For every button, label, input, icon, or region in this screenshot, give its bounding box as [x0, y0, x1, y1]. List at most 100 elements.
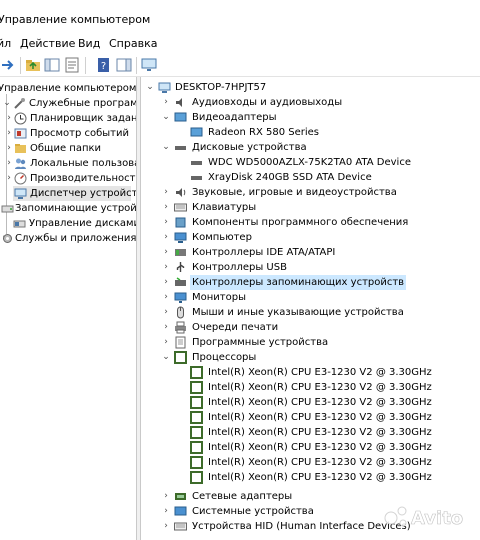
- disk-management-icon: [13, 220, 26, 228]
- hid-icon: [174, 522, 187, 531]
- show-hide-tree-icon[interactable]: [44, 57, 60, 73]
- monitor-icon[interactable]: [141, 57, 157, 73]
- device-tree: ⌄ DESKTOP-7HPJT57 › Аудиовходы и аудиовы…: [141, 77, 480, 540]
- processor-icon: [190, 366, 203, 379]
- shared-folder-icon: [15, 144, 26, 153]
- tree-item-computer-management[interactable]: Управление компьютером (л: [0, 81, 136, 96]
- window-title: Управление компьютером: [0, 13, 151, 26]
- tree-item-storage[interactable]: ⌄ Запоминающие устройст: [0, 201, 136, 216]
- device-cpu-core[interactable]: Intel(R) Xeon(R) CPU E3-1230 V2 @ 3.30GH…: [141, 440, 480, 455]
- device-category-software-components[interactable]: › Компоненты программного обеспечения: [141, 215, 480, 230]
- computer-icon: [158, 82, 171, 93]
- device-cpu-core[interactable]: Intel(R) Xeon(R) CPU E3-1230 V2 @ 3.30GH…: [141, 410, 480, 425]
- collapse-arrow-icon[interactable]: ⌄: [161, 112, 171, 122]
- tree-item-shared-folders[interactable]: › Общие папки: [0, 141, 136, 156]
- device-category-sound[interactable]: › Звуковые, игровые и видеоустройства: [141, 185, 480, 200]
- tree-item-task-scheduler[interactable]: › Планировщик заданий: [0, 111, 136, 126]
- device-cpu-core[interactable]: Intel(R) Xeon(R) CPU E3-1230 V2 @ 3.30GH…: [141, 455, 480, 470]
- expand-arrow-icon[interactable]: ›: [4, 143, 14, 153]
- processor-icon: [190, 396, 203, 409]
- device-category-processors[interactable]: ⌄ Процессоры: [141, 350, 480, 365]
- users-icon: [15, 158, 26, 169]
- console-tree: Управление компьютером (л ⌄ Служебные пр…: [0, 77, 136, 540]
- tree-item-device-manager[interactable]: Диспетчер устройств: [13, 186, 136, 201]
- up-folder-icon[interactable]: [25, 57, 41, 73]
- expand-arrow-icon[interactable]: ›: [161, 202, 171, 212]
- processor-icon: [190, 426, 203, 439]
- device-manager-icon: [14, 188, 27, 199]
- device-category-print-queues[interactable]: › Очереди печати: [141, 320, 480, 335]
- svg-text:?: ?: [101, 61, 106, 72]
- expand-arrow-icon[interactable]: ›: [4, 128, 14, 138]
- menu-action[interactable]: Действие: [20, 37, 75, 50]
- device-category-audio-io[interactable]: › Аудиовходы и аудиовыходы: [141, 95, 480, 110]
- forward-icon[interactable]: [0, 57, 16, 73]
- device-cpu-core[interactable]: Intel(R) Xeon(R) CPU E3-1230 V2 @ 3.30GH…: [141, 380, 480, 395]
- avito-logo-icon: Avito: [384, 506, 463, 529]
- network-adapter-icon: [175, 493, 186, 500]
- properties-icon[interactable]: [64, 57, 80, 73]
- collapse-arrow-icon[interactable]: ⌄: [145, 82, 155, 92]
- expand-arrow-icon[interactable]: ›: [161, 307, 171, 317]
- menu-file[interactable]: йл: [0, 37, 11, 50]
- performance-icon: [14, 172, 27, 185]
- display-adapter-icon: [190, 127, 203, 137]
- device-cpu-core[interactable]: Intel(R) Xeon(R) CPU E3-1230 V2 @ 3.30GH…: [141, 365, 480, 380]
- expand-arrow-icon[interactable]: ›: [161, 506, 171, 516]
- expand-arrow-icon[interactable]: ›: [161, 322, 171, 332]
- tree-item-event-viewer[interactable]: › Просмотр событий: [0, 126, 136, 141]
- device-category-disk-drives[interactable]: ⌄ Дисковые устройства: [141, 140, 480, 155]
- collapse-arrow-icon[interactable]: ⌄: [161, 352, 171, 362]
- expand-arrow-icon[interactable]: ›: [161, 491, 171, 501]
- tree-item-system-tools[interactable]: ⌄ Служебные программы: [0, 96, 136, 111]
- device-category-display-adapters[interactable]: ⌄ Видеоадаптеры: [141, 110, 480, 125]
- menu-view[interactable]: Вид: [78, 37, 100, 50]
- device-category-mice[interactable]: › Мыши и иные указывающие устройства: [141, 305, 480, 320]
- expand-arrow-icon[interactable]: ›: [161, 262, 171, 272]
- help-icon[interactable]: ?: [96, 57, 112, 73]
- toolbar: ?: [0, 54, 480, 76]
- collapse-arrow-icon[interactable]: ⌄: [161, 142, 171, 152]
- expand-arrow-icon[interactable]: ›: [161, 292, 171, 302]
- tree-item-services-apps[interactable]: › Службы и приложения: [0, 231, 136, 246]
- expand-arrow-icon[interactable]: ›: [161, 97, 171, 107]
- tree-item-performance[interactable]: › Производительность: [0, 171, 136, 186]
- expand-arrow-icon[interactable]: ›: [161, 337, 171, 347]
- clock-icon: [14, 112, 27, 125]
- device-radeon-rx580[interactable]: Radeon RX 580 Series: [141, 125, 480, 140]
- expand-arrow-icon[interactable]: ›: [4, 113, 14, 123]
- collapse-arrow-icon[interactable]: ⌄: [2, 98, 12, 108]
- device-category-usb-controllers[interactable]: › Контроллеры USB: [141, 260, 480, 275]
- expand-arrow-icon[interactable]: ›: [161, 232, 171, 242]
- menu-help[interactable]: Справка: [109, 37, 157, 50]
- storage-controller-icon: [175, 277, 186, 286]
- device-cpu-core[interactable]: Intel(R) Xeon(R) CPU E3-1230 V2 @ 3.30GH…: [141, 395, 480, 410]
- device-category-keyboards[interactable]: › Клавиатуры: [141, 200, 480, 215]
- device-category-computer[interactable]: › Компьютер: [141, 230, 480, 245]
- expand-arrow-icon[interactable]: ›: [161, 247, 171, 257]
- tree-item-local-users[interactable]: › Локальные пользовате: [0, 156, 136, 171]
- device-wdc-hdd[interactable]: WDC WD5000AZLX-75K2TA0 ATA Device: [141, 155, 480, 170]
- action-pane-icon[interactable]: [116, 57, 132, 73]
- device-xraydisk-ssd[interactable]: XrayDisk 240GB SSD ATA Device: [141, 170, 480, 185]
- storage-icon: [1, 205, 14, 213]
- computer-icon: [174, 232, 187, 243]
- disk-drive-icon: [191, 176, 202, 180]
- software-device-icon: [175, 336, 186, 349]
- device-cpu-core[interactable]: Intel(R) Xeon(R) CPU E3-1230 V2 @ 3.30GH…: [141, 470, 480, 485]
- expand-arrow-icon[interactable]: ›: [4, 173, 14, 183]
- device-tree-root[interactable]: ⌄ DESKTOP-7HPJT57: [141, 80, 480, 95]
- expand-arrow-icon[interactable]: ›: [161, 187, 171, 197]
- device-category-storage-controllers[interactable]: › Контроллеры запоминающих устройств: [141, 275, 480, 290]
- device-category-software-devices[interactable]: › Программные устройства: [141, 335, 480, 350]
- expand-arrow-icon[interactable]: ›: [4, 158, 14, 168]
- expand-arrow-icon[interactable]: ›: [161, 277, 171, 287]
- device-cpu-core[interactable]: Intel(R) Xeon(R) CPU E3-1230 V2 @ 3.30GH…: [141, 425, 480, 440]
- expand-arrow-icon[interactable]: ›: [161, 521, 171, 531]
- tree-item-disk-management[interactable]: Управление дисками: [0, 216, 136, 231]
- toolbar-separator: [85, 57, 86, 74]
- expand-arrow-icon[interactable]: ›: [161, 217, 171, 227]
- system-device-icon: [174, 506, 187, 516]
- device-category-ide-controllers[interactable]: › Контроллеры IDE ATA/ATAPI: [141, 245, 480, 260]
- device-category-monitors[interactable]: › Мониторы: [141, 290, 480, 305]
